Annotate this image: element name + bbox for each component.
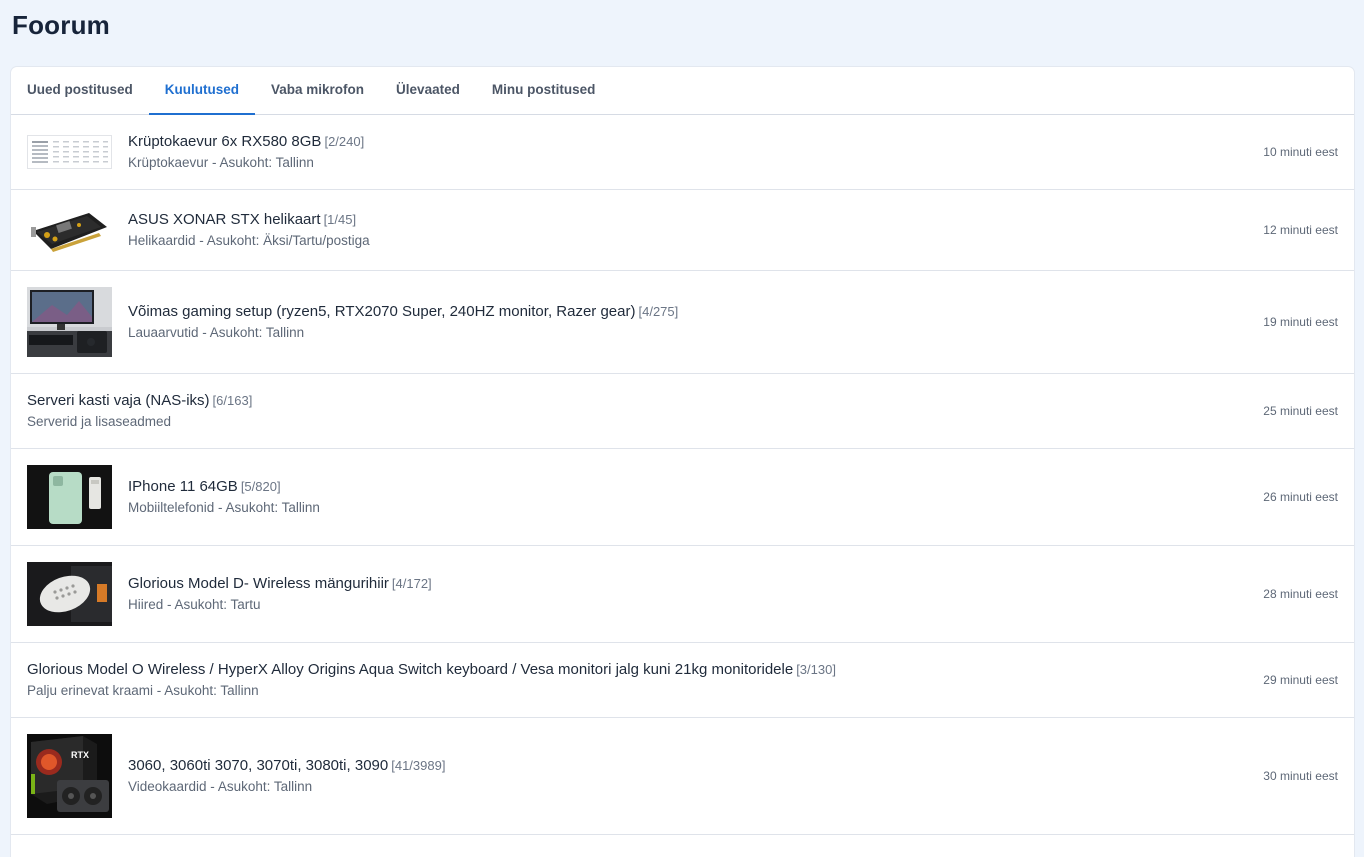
post-subtitle: Palju erinevat kraami - Asukoht: Tallinn: [27, 683, 259, 698]
post-count: [6/163]: [212, 393, 253, 408]
post-time: 30 minuti eest: [1263, 769, 1338, 783]
post-title-line: Glorious Model D- Wireless mängurihiir [4…: [128, 574, 1338, 594]
post-subtitle: Videokaardid - Asukoht: Tallinn: [128, 779, 313, 794]
tab-my-posts[interactable]: Minu postitused: [476, 67, 612, 114]
post-title[interactable]: IPhone 11 64GB: [128, 478, 238, 495]
post-title[interactable]: ASUS XONAR STX helikaart: [128, 211, 321, 228]
tab-classifieds[interactable]: Kuulutused: [148, 67, 256, 115]
post-subtitle: Hiired - Asukoht: Tartu: [128, 597, 261, 612]
post-subtitle: Helikaardid - Asukoht: Äksi/Tartu/postig…: [128, 233, 370, 248]
mouse-thumbnail: [27, 562, 112, 626]
post-title[interactable]: Glorious Model D- Wireless mängurihiir: [128, 575, 389, 592]
sound-card-thumbnail: [27, 205, 112, 255]
list-item[interactable]: RTX 3060, 3060ti 3070, 3070ti, 3080ti, 3…: [11, 718, 1354, 835]
page-title: Foorum: [12, 10, 110, 40]
tab-new-posts[interactable]: Uued postitused: [11, 67, 149, 114]
post-count: [1/45]: [323, 212, 357, 227]
post-title-line: ASUS XONAR STX helikaart [1/45]: [128, 210, 1338, 230]
post-title-line: Glorious Model O Wireless / HyperX Alloy…: [27, 660, 1338, 680]
list-item[interactable]: Serveri kasti vaja (NAS-iks) [6/163] Serv…: [11, 374, 1354, 449]
list-item[interactable]: Võimas gaming setup (ryzen5, RTX2070 Sup…: [11, 271, 1354, 374]
post-text: Glorious Model O Wireless / HyperX Alloy…: [27, 660, 1338, 700]
post-title-line: 3060, 3060ti 3070, 3070ti, 3080ti, 3090[…: [128, 756, 1338, 776]
post-text: Glorious Model D- Wireless mängurihiir [4…: [128, 574, 1338, 614]
forum-tabs: Uued postitused Kuulutused Vaba mikrofon…: [11, 67, 1354, 115]
list-item[interactable]: ASUS XONAR STX helikaart [1/45] Helikaard…: [11, 190, 1354, 271]
post-thumbnail: [27, 135, 112, 169]
list-item[interactable]: IPhone 11 64GB [5/820] Mobiiltelefonid - …: [11, 449, 1354, 546]
post-subtitle: Mobiiltelefonid - Asukoht: Tallinn: [128, 500, 320, 515]
post-count: [41/3989]: [391, 758, 446, 773]
tab-free-mic[interactable]: Vaba mikrofon: [255, 67, 380, 114]
post-count: [4/172]: [391, 576, 432, 591]
post-subtitle: Lauaarvutid - Asukoht: Tallinn: [128, 325, 305, 340]
gpu-box-thumbnail: RTX: [27, 734, 112, 818]
post-list: Krüptokaevur 6x RX580 8GB [2/240] Krüptok…: [11, 115, 1354, 835]
post-title-line: Serveri kasti vaja (NAS-iks) [6/163]: [27, 391, 1338, 411]
post-text: Krüptokaevur 6x RX580 8GB [2/240] Krüptok…: [128, 132, 1338, 172]
post-time: 19 minuti eest: [1263, 315, 1338, 329]
post-title[interactable]: Glorious Model O Wireless / HyperX Alloy…: [27, 661, 793, 678]
post-title-line: IPhone 11 64GB [5/820]: [128, 477, 1338, 497]
post-time: 26 minuti eest: [1263, 490, 1338, 504]
post-time: 12 minuti eest: [1263, 223, 1338, 237]
post-time: 10 minuti eest: [1263, 145, 1338, 159]
post-title-line: Krüptokaevur 6x RX580 8GB [2/240]: [128, 132, 1338, 152]
list-item[interactable]: Krüptokaevur 6x RX580 8GB [2/240] Krüptok…: [11, 115, 1354, 190]
post-text: Võimas gaming setup (ryzen5, RTX2070 Sup…: [128, 302, 1338, 342]
gaming-desk-thumbnail: [27, 287, 112, 357]
post-title[interactable]: 3060, 3060ti 3070, 3070ti, 3080ti, 3090: [128, 757, 388, 774]
post-title[interactable]: Võimas gaming setup (ryzen5, RTX2070 Sup…: [128, 303, 635, 320]
list-item[interactable]: Glorious Model O Wireless / HyperX Alloy…: [11, 643, 1354, 718]
post-count: [5/820]: [240, 479, 281, 494]
post-title-line: Võimas gaming setup (ryzen5, RTX2070 Sup…: [128, 302, 1338, 322]
post-text: IPhone 11 64GB [5/820] Mobiiltelefonid - …: [128, 477, 1338, 517]
rtx-box-label: RTX: [71, 750, 89, 760]
post-count: [4/275]: [638, 304, 679, 319]
post-time: 28 minuti eest: [1263, 587, 1338, 601]
post-subtitle: Krüptokaevur - Asukoht: Tallinn: [128, 155, 314, 170]
post-subtitle: Serverid ja lisaseadmed: [27, 414, 172, 429]
post-time: 29 minuti eest: [1263, 673, 1338, 687]
post-title[interactable]: Serveri kasti vaja (NAS-iks): [27, 392, 210, 409]
list-item[interactable]: Glorious Model D- Wireless mängurihiir [4…: [11, 546, 1354, 643]
post-count: [3/130]: [796, 662, 836, 677]
post-time: 25 minuti eest: [1263, 404, 1338, 418]
post-count: [2/240]: [324, 134, 365, 149]
post-text: ASUS XONAR STX helikaart [1/45] Helikaard…: [128, 210, 1338, 250]
forum-card: Uued postitused Kuulutused Vaba mikrofon…: [11, 67, 1354, 857]
phone-thumbnail: [27, 465, 112, 529]
post-text: 3060, 3060ti 3070, 3070ti, 3080ti, 3090[…: [128, 756, 1338, 796]
tab-reviews[interactable]: Ülevaated: [380, 67, 476, 114]
post-text: Serveri kasti vaja (NAS-iks) [6/163] Serv…: [27, 391, 1338, 431]
post-title[interactable]: Krüptokaevur 6x RX580 8GB: [128, 133, 321, 150]
